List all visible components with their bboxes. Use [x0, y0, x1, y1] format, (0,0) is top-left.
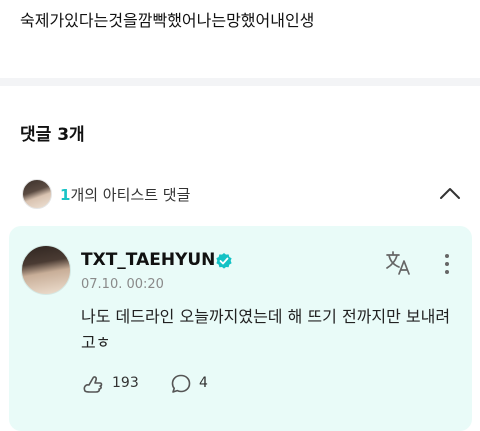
artist-comments-label: 1개의 아티스트 댓글	[60, 184, 190, 205]
comment-author[interactable]: TXT_TAEHYUN	[81, 250, 215, 270]
artist-comment-card: TXT_TAEHYUN 07.10. 00:20 나도 데드라인 오늘까지였는데…	[9, 226, 472, 431]
reply-button[interactable]: 4	[169, 372, 229, 396]
like-button[interactable]: 193	[81, 372, 161, 396]
reply-bubble-icon	[171, 374, 191, 393]
comment-timestamp: 07.10. 00:20	[81, 277, 164, 292]
section-divider	[0, 78, 480, 86]
comment-text: 나도 데드라인 오늘까지였는데 해 뜨기 전까지만 보내려고ㅎ	[81, 307, 451, 352]
artist-avatar	[22, 179, 52, 209]
chevron-up-icon[interactable]	[436, 180, 464, 208]
artist-comment-count: 1	[60, 186, 71, 204]
avatar[interactable]	[21, 245, 71, 295]
reply-count: 4	[199, 375, 208, 391]
artist-comments-row[interactable]: 1개의 아티스트 댓글	[0, 172, 480, 216]
post-text: 숙제가있다는것을깜빡했어나는망했어내인생	[20, 11, 315, 30]
more-vertical-icon[interactable]	[439, 252, 455, 278]
comments-count-header: 댓글 3개	[20, 125, 85, 145]
verified-badge-icon	[216, 253, 232, 269]
translate-icon[interactable]	[385, 250, 413, 276]
like-icon	[83, 376, 103, 393]
like-count: 193	[112, 375, 139, 391]
artist-comments-text: 개의 아티스트 댓글	[70, 186, 191, 204]
